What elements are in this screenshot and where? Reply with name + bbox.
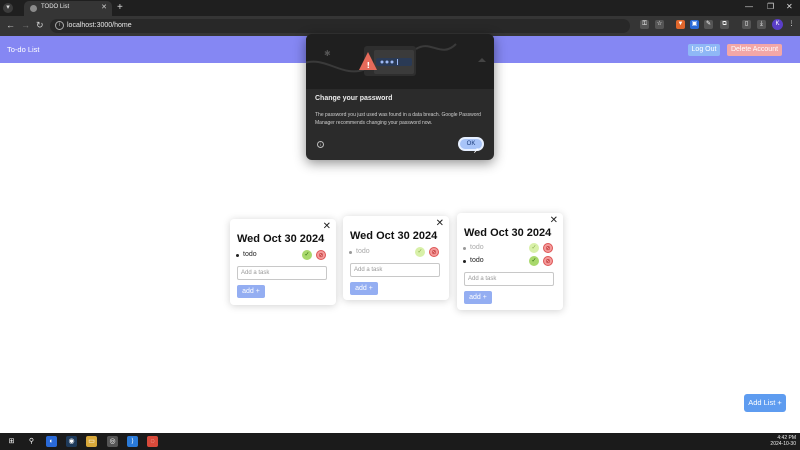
tab-search-icon[interactable]: ▾ bbox=[3, 3, 13, 13]
ok-button[interactable]: OK bbox=[458, 137, 484, 151]
task-item: todo ✓ ⊘ bbox=[349, 247, 445, 258]
taskbar-clock[interactable]: 4:42 PM 2024-10-30 bbox=[768, 435, 796, 447]
pen-extension-icon[interactable]: ✎ bbox=[704, 20, 713, 29]
extension-icon[interactable]: ▣ bbox=[690, 20, 699, 29]
svg-text:✱: ✱ bbox=[324, 49, 331, 58]
svg-text:!: ! bbox=[367, 61, 371, 70]
delete-task-button[interactable]: ⊘ bbox=[316, 250, 326, 260]
add-list-label: Add List bbox=[748, 398, 776, 407]
task-text: todo bbox=[470, 244, 484, 251]
restore-icon[interactable]: ❐ bbox=[767, 2, 774, 11]
plus-icon: + bbox=[368, 285, 373, 292]
sidebar-icon[interactable]: ▯ bbox=[742, 20, 751, 29]
search-icon[interactable]: ⚲ bbox=[26, 436, 37, 447]
password-illustration: ✱ ! bbox=[306, 34, 494, 89]
add-task-label: add bbox=[242, 288, 254, 295]
bullet-icon bbox=[236, 254, 239, 257]
add-task-input[interactable]: Add a task bbox=[464, 272, 554, 286]
add-task-label: add bbox=[469, 294, 481, 301]
chrome-icon[interactable]: ◎ bbox=[107, 436, 118, 447]
app-icon[interactable]: ◌ bbox=[147, 436, 158, 447]
add-list-button[interactable]: Add List + bbox=[744, 394, 786, 412]
todo-list-card: ✕ Wed Oct 30 2024 todo ✓ ⊘ Add a task ad… bbox=[230, 219, 336, 305]
address-bar[interactable]: i localhost:3000/home bbox=[50, 19, 630, 33]
task-text: todo bbox=[356, 248, 370, 255]
clock-date: 2024-10-30 bbox=[770, 441, 796, 447]
add-task-input[interactable]: Add a task bbox=[237, 266, 327, 280]
bullet-icon bbox=[463, 260, 466, 263]
window-close-icon[interactable]: ✕ bbox=[786, 2, 793, 11]
new-tab-icon[interactable]: + bbox=[117, 2, 123, 13]
add-task-button[interactable]: add + bbox=[464, 291, 492, 304]
info-icon[interactable]: i bbox=[317, 141, 324, 148]
plus-icon: + bbox=[482, 294, 487, 301]
mouse-cursor-icon: ➚ bbox=[473, 146, 480, 155]
minimize-icon[interactable]: — bbox=[745, 2, 753, 11]
app-title: To-do List bbox=[7, 45, 40, 54]
profile-avatar[interactable]: K bbox=[772, 19, 783, 30]
close-list-icon[interactable]: ✕ bbox=[550, 215, 558, 227]
windows-taskbar: ⊞ ⚲ ◐ ◉ ▭ ◎ ⟩ ◌ 4:42 PM 2024-10-30 bbox=[0, 433, 800, 450]
tab-close-icon[interactable]: ✕ bbox=[101, 3, 107, 11]
back-icon[interactable]: ← bbox=[6, 20, 15, 31]
complete-task-button[interactable]: ✓ bbox=[529, 256, 539, 266]
extensions-puzzle-icon[interactable]: ⧉ bbox=[720, 20, 729, 29]
list-date: Wed Oct 30 2024 bbox=[350, 230, 438, 242]
delete-task-button[interactable]: ⊘ bbox=[429, 247, 439, 257]
copilot-icon[interactable]: ◐ bbox=[46, 436, 57, 447]
task-item: todo ✓ ⊘ bbox=[236, 250, 332, 261]
browser-tabstrip: ▾ TODO List ✕ + — ❐ ✕ bbox=[0, 0, 800, 16]
complete-task-button[interactable]: ✓ bbox=[415, 247, 425, 257]
browser-tab[interactable]: TODO List ✕ bbox=[24, 1, 112, 16]
delete-task-button[interactable]: ⊘ bbox=[543, 256, 553, 266]
password-breach-dialog: ✱ ! Change your password The password yo… bbox=[306, 34, 494, 160]
file-explorer-icon[interactable]: ▭ bbox=[86, 436, 97, 447]
password-warning-illustration: ✱ ! bbox=[306, 43, 486, 76]
list-date: Wed Oct 30 2024 bbox=[237, 233, 325, 245]
complete-task-button[interactable]: ✓ bbox=[529, 243, 539, 253]
add-task-label: add bbox=[355, 285, 367, 292]
task-text: todo bbox=[470, 257, 484, 264]
menu-kebab-icon[interactable]: ⋮ bbox=[787, 20, 796, 29]
close-list-icon[interactable]: ✕ bbox=[323, 221, 331, 233]
complete-task-button[interactable]: ✓ bbox=[302, 250, 312, 260]
add-task-input[interactable]: Add a task bbox=[350, 263, 440, 277]
delete-account-button[interactable]: Delete Account bbox=[727, 44, 782, 56]
close-list-icon[interactable]: ✕ bbox=[436, 218, 444, 230]
add-task-button[interactable]: add + bbox=[350, 282, 378, 295]
dialog-body: The password you just used was found in … bbox=[315, 112, 481, 126]
windows-start-icon[interactable]: ⊞ bbox=[6, 436, 17, 447]
bookmark-star-icon[interactable]: ☆ bbox=[655, 20, 664, 29]
tab-title: TODO List bbox=[41, 4, 70, 10]
download-icon[interactable]: ⤓ bbox=[757, 20, 766, 29]
bullet-icon bbox=[463, 247, 466, 250]
url-text: localhost:3000/home bbox=[67, 22, 132, 29]
forward-icon[interactable]: → bbox=[21, 20, 30, 31]
tab-favicon-icon bbox=[30, 5, 37, 12]
vscode-icon[interactable]: ⟩ bbox=[127, 436, 138, 447]
logout-button[interactable]: Log Out bbox=[688, 44, 720, 56]
add-task-button[interactable]: add + bbox=[237, 285, 265, 298]
list-date: Wed Oct 30 2024 bbox=[464, 227, 552, 239]
todo-list-card: ✕ Wed Oct 30 2024 todo ✓ ⊘ Add a task ad… bbox=[343, 216, 449, 300]
password-key-icon[interactable]: ⚿ bbox=[640, 20, 649, 29]
plus-icon: + bbox=[255, 288, 260, 295]
dialog-title: Change your password bbox=[315, 95, 393, 102]
bullet-icon bbox=[349, 251, 352, 254]
reload-icon[interactable]: ↻ bbox=[36, 20, 44, 31]
todo-list-card: ✕ Wed Oct 30 2024 todo ✓ ⊘ todo ✓ ⊘ Add … bbox=[457, 213, 563, 310]
delete-task-button[interactable]: ⊘ bbox=[543, 243, 553, 253]
site-info-icon[interactable]: i bbox=[55, 21, 64, 30]
task-item: todo ✓ ⊘ bbox=[463, 256, 559, 267]
task-text: todo bbox=[243, 251, 257, 258]
steam-icon[interactable]: ◉ bbox=[66, 436, 77, 447]
brave-extension-icon[interactable]: ▼ bbox=[676, 20, 685, 29]
task-item: todo ✓ ⊘ bbox=[463, 243, 559, 254]
plus-icon: + bbox=[777, 398, 782, 407]
